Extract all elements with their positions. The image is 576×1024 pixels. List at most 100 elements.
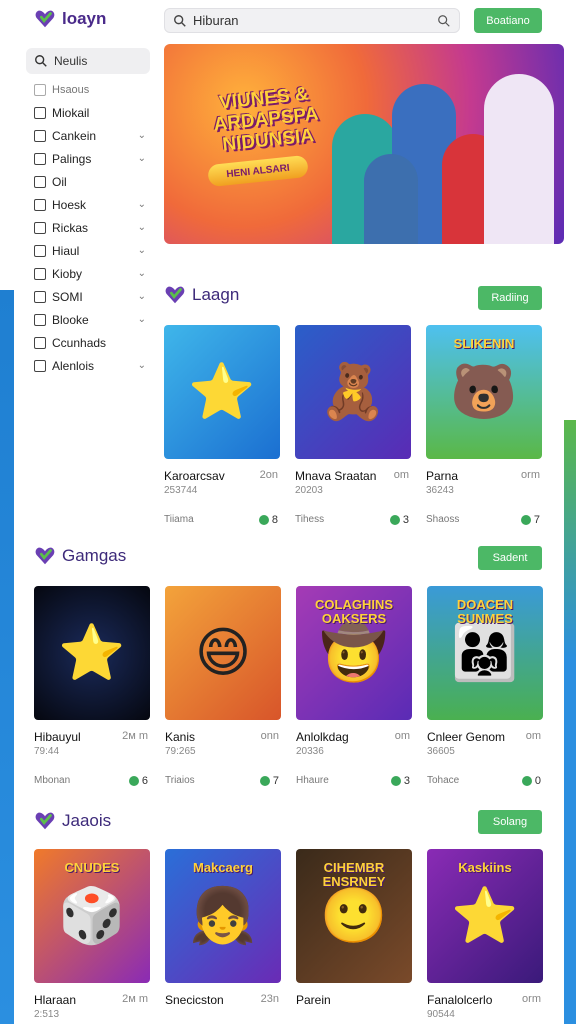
- top-action-button[interactable]: Boatiano: [474, 8, 542, 33]
- rating-dot-icon: [520, 515, 531, 525]
- search-submit-icon[interactable]: [437, 14, 451, 28]
- sidebar-item[interactable]: Hsaous: [26, 78, 150, 101]
- sidebar-item[interactable]: Rickas ⌄: [26, 216, 150, 239]
- card-plays-count: 36243: [426, 485, 454, 496]
- rating-dot-icon: [258, 515, 269, 525]
- sidebar-item-label: Ccunhads: [52, 335, 107, 350]
- logo-text: loayn: [62, 9, 107, 28]
- chevron-down-icon: ⌄: [137, 130, 146, 141]
- chevron-down-icon: ⌄: [137, 222, 146, 233]
- card-plays-count: 253744: [164, 485, 198, 496]
- section-see-all-button[interactable]: Solang: [478, 810, 542, 834]
- sidebar-item[interactable]: Palings ⌄: [26, 147, 150, 170]
- game-card[interactable]: 🤠 COLAGHINS OAKSERS Anlolkdag om 20336 Hhaure…: [296, 586, 412, 787]
- card-title-row: Hibauyul 2м m: [34, 730, 150, 744]
- game-thumbnail[interactable]: ⭐: [34, 586, 150, 720]
- card-category: Triaios: [165, 775, 195, 786]
- card-meta-row: Tohace 0: [427, 775, 543, 787]
- card-category: Tiiama: [164, 514, 194, 525]
- sidebar-item-label: Palings: [52, 151, 92, 166]
- chevron-down-icon: ⌄: [137, 199, 146, 210]
- card-title-row: Parna orm: [426, 469, 542, 483]
- card-rating-badge: 3: [390, 775, 412, 787]
- card-duration: om: [393, 469, 409, 481]
- card-rating-value: 7: [272, 775, 279, 787]
- game-card[interactable]: ⭐ Hibauyul 2м m 79:44 Mbonan 6: [34, 586, 150, 787]
- game-card[interactable]: 👨‍👩‍👧 DOACEN SUNMES Cnleer Genom om 36605 Toh…: [427, 586, 543, 787]
- sidebar-item[interactable]: Oil: [26, 170, 150, 193]
- sidebar-item[interactable]: SOMI ⌄: [26, 285, 150, 308]
- heart-logo-icon: [165, 286, 185, 304]
- game-thumbnail[interactable]: ⭐ Kaskiins: [427, 849, 543, 983]
- chevron-down-icon: ⌄: [137, 314, 146, 325]
- search-icon: [174, 14, 186, 27]
- card-duration: [410, 993, 412, 1007]
- sidebar-item[interactable]: Miokail: [26, 101, 150, 124]
- game-card[interactable]: 🎲 CNUDES Hlaraan 2м m 2:513: [34, 849, 150, 1020]
- card-title: Anlolkdag: [296, 730, 349, 744]
- game-thumbnail[interactable]: 😄: [165, 586, 281, 720]
- game-thumbnail[interactable]: 🙂 CIHEMBR ENSRNEY: [296, 849, 412, 983]
- game-card[interactable]: ⭐ Karoarcsav 2on 253744 Tiiama 8: [164, 325, 280, 526]
- sidebar-item[interactable]: Cankein ⌄: [26, 124, 150, 147]
- sidebar-item[interactable]: Blooke ⌄: [26, 308, 150, 331]
- section-header: Gamgas: [34, 545, 126, 567]
- sidebar-item-label: Cankein: [52, 128, 97, 143]
- section-see-all-button[interactable]: Sadent: [478, 546, 542, 570]
- banner-figure-child: [364, 154, 418, 244]
- game-thumbnail[interactable]: 🧸: [295, 325, 411, 459]
- menu-item-icon: [34, 106, 46, 119]
- rating-dot-icon: [128, 776, 139, 786]
- app-logo[interactable]: loayn: [34, 8, 106, 30]
- game-thumbnail[interactable]: 🎲 CNUDES: [34, 849, 150, 983]
- sidebar-item[interactable]: Ccunhads: [26, 331, 150, 354]
- card-meta-row: Tihess 3: [295, 514, 411, 526]
- sidebar-item[interactable]: Hoesk ⌄: [26, 193, 150, 216]
- game-card[interactable]: 🐻 SLIKENIN Parna orm 36243 Shaoss 7: [426, 325, 542, 526]
- game-thumbnail[interactable]: 🤠 COLAGHINS OAKSERS: [296, 586, 412, 720]
- game-card[interactable]: 🧸 Mnava Sraatan om 20203 Tihess 3: [295, 325, 411, 526]
- game-art-icon: 👧: [189, 886, 257, 946]
- card-plays-count: 20336: [296, 746, 324, 757]
- sidebar-search[interactable]: Neulis: [26, 48, 150, 74]
- game-card[interactable]: 😄 Kanis onn 79:265 Triaios 7: [165, 586, 281, 787]
- section-see-all-button[interactable]: Radiing: [478, 286, 542, 310]
- chevron-down-icon: ⌄: [137, 268, 146, 279]
- card-rating-value: 0: [534, 775, 541, 787]
- game-art-icon: 🤠: [320, 623, 388, 683]
- rating-dot-icon: [259, 776, 270, 786]
- sidebar-item-label: Hsaous: [52, 83, 90, 96]
- game-card[interactable]: ⭐ Kaskiins Fanalolcerlo orm 90544: [427, 849, 543, 1020]
- rating-dot-icon: [521, 776, 532, 786]
- sidebar-item[interactable]: Kioby ⌄: [26, 262, 150, 285]
- card-title: Mnava Sraatan: [295, 469, 377, 483]
- game-card[interactable]: 👧 Makcaerg Snecicston 23n: [165, 849, 281, 1007]
- section-header: Laagn: [164, 284, 239, 306]
- card-rating-value: 6: [141, 775, 148, 787]
- game-thumbnail[interactable]: 🐻 SLIKENIN: [426, 325, 542, 459]
- card-plays-count: 36605: [427, 746, 455, 757]
- sidebar-item[interactable]: Hiaul ⌄: [26, 239, 150, 262]
- search-input[interactable]: [193, 13, 431, 28]
- card-category: Hhaure: [296, 775, 329, 786]
- thumbnail-caption: COLAGHINS OAKSERS: [315, 597, 393, 626]
- game-card[interactable]: 🙂 CIHEMBR ENSRNEY Parein: [296, 849, 412, 1007]
- card-duration: 2on: [259, 469, 278, 481]
- game-thumbnail[interactable]: 👧 Makcaerg: [165, 849, 281, 983]
- banner-subtitle: HENI ALSARI: [207, 154, 309, 188]
- card-rating-badge: 6: [128, 775, 150, 787]
- sidebar-item[interactable]: Alenlois ⌄: [26, 354, 150, 377]
- menu-item-icon: [34, 175, 46, 188]
- sidebar-item-label: Miokail: [52, 105, 90, 120]
- game-art-icon: 🙂: [320, 886, 388, 946]
- game-thumbnail[interactable]: ⭐: [164, 325, 280, 459]
- card-rating-badge: 7: [259, 775, 281, 787]
- top-search-bar[interactable]: [164, 8, 460, 33]
- card-duration: om: [394, 730, 410, 742]
- game-thumbnail[interactable]: 👨‍👩‍👧 DOACEN SUNMES: [427, 586, 543, 720]
- page: loayn Boatiano Neulis Hsaous Miokail Canke…: [14, 0, 564, 1024]
- card-duration: om: [525, 730, 541, 742]
- menu-item-icon: [34, 83, 46, 96]
- hero-banner[interactable]: VIUNES & ARDAPSPA NIDUNSIA HENI ALSARI: [164, 44, 564, 244]
- card-title: Fanalolcerlo: [427, 993, 493, 1007]
